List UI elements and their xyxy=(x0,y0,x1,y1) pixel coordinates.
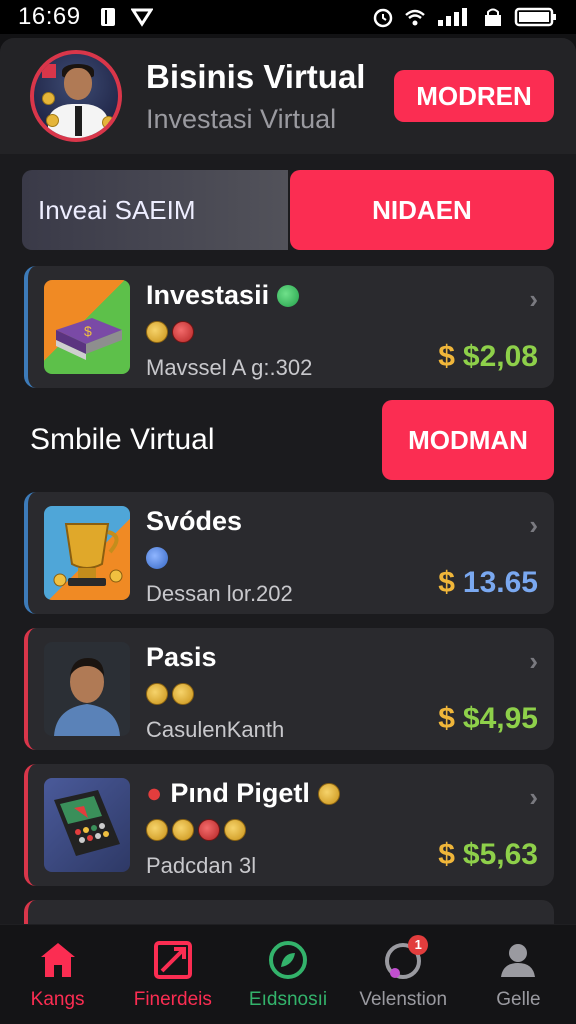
card-price: $ $5,63 xyxy=(438,838,538,871)
coin-icon xyxy=(102,116,115,129)
nav-item-home[interactable]: Kangs xyxy=(0,925,115,1024)
books-icon: $ xyxy=(56,318,122,360)
nav-label: Velenstion xyxy=(359,988,448,1010)
coin-icon xyxy=(42,92,55,105)
coin-icon xyxy=(172,683,194,705)
calculator-thumbnail xyxy=(44,778,130,872)
chevron-right-icon: › xyxy=(529,646,538,676)
card-badges xyxy=(146,683,438,707)
status-right-icons xyxy=(372,6,558,28)
coin-icon xyxy=(46,114,59,127)
card-title: Pasis xyxy=(146,642,217,672)
nav-item-profile[interactable]: Gelle xyxy=(461,925,576,1024)
nav-label: Eıdsnosıi xyxy=(248,988,328,1010)
app-screen: Bisinis Virtual Investasi Virtual MODREN… xyxy=(0,38,576,1024)
coin-icon xyxy=(317,782,340,805)
app-subtitle: Investasi Virtual xyxy=(146,103,337,134)
card-subtitle: CasulenKanth xyxy=(146,717,285,742)
card-title: Svódes xyxy=(146,506,243,536)
chart-icon xyxy=(153,940,192,979)
card-price: $13.65 xyxy=(438,566,538,599)
alarm-icon xyxy=(373,8,393,28)
nav-label: Gelle xyxy=(496,988,541,1010)
segment-left-tab[interactable]: Inveai SAEIM xyxy=(22,170,288,250)
list-item[interactable]: ● Pınd Pigetl Padcdan 3l › $ $5,63 xyxy=(24,764,554,886)
nav-item-notifications[interactable]: 1 Velenstion xyxy=(346,925,461,1024)
download-icon xyxy=(130,8,153,27)
card-badges xyxy=(146,819,438,843)
coin-stack-icon xyxy=(146,683,168,705)
avatar-badge xyxy=(42,64,56,78)
investment-card[interactable]: $ Investasii Mavssel A g:.302 › $ $2,08 xyxy=(24,266,554,388)
chevron-right-icon: › xyxy=(529,284,538,314)
coin-icon xyxy=(146,819,168,841)
card-badges xyxy=(146,321,438,345)
pin-icon xyxy=(146,547,168,569)
card-title: Investasii xyxy=(146,280,270,310)
section-title: Smbile Virtual xyxy=(30,423,215,456)
growth-icon xyxy=(269,940,307,979)
coin-icon xyxy=(146,321,168,343)
nav-label: Finerdeis xyxy=(133,988,212,1010)
coin-icon xyxy=(198,819,220,841)
card-price: $ $4,95 xyxy=(438,702,538,735)
avatar[interactable] xyxy=(30,50,122,142)
header-text: Bisinis Virtual Investasi Virtual xyxy=(146,58,394,135)
book-thumbnail: $ xyxy=(44,280,130,374)
chevron-right-icon: › xyxy=(529,782,538,812)
header-modren-button[interactable]: MODREN xyxy=(394,70,554,122)
person-icon xyxy=(54,658,120,736)
status-time: 16:69 xyxy=(18,3,81,30)
status-left-icons xyxy=(97,6,153,28)
trophy-thumbnail xyxy=(44,506,130,600)
sim-card-icon xyxy=(100,8,115,26)
card-subtitle: Mavssel A g:.302 xyxy=(146,355,313,380)
chevron-right-icon: › xyxy=(529,510,538,540)
nav-item-finance[interactable]: Finerdeis xyxy=(115,925,230,1024)
card-price: $ $2,08 xyxy=(438,340,538,373)
home-icon xyxy=(40,942,75,977)
battery-icon xyxy=(514,7,556,27)
dollar-badge-icon xyxy=(277,284,300,307)
coin-icon xyxy=(172,819,194,841)
notification-badge: 1 xyxy=(408,934,429,955)
signal-icon xyxy=(438,8,467,26)
person-thumbnail xyxy=(44,642,130,736)
card-subtitle: Padcdan 3l xyxy=(146,853,257,878)
card-badges xyxy=(146,547,438,571)
list-item[interactable]: Pasis CasulenKanth › $ $4,95 xyxy=(24,628,554,750)
segment-control: Inveai SAEIM NIDAEN xyxy=(22,170,554,250)
trophy-icon xyxy=(53,523,123,587)
coin-icon xyxy=(224,819,246,841)
segment-right-tab[interactable]: NIDAEN xyxy=(290,170,554,250)
card-title: Pınd Pigetl xyxy=(170,778,310,808)
calculator-icon xyxy=(54,790,120,856)
bottom-nav: Kangs Finerdeis Eıdsnosıi 1 Velenstion G… xyxy=(0,924,576,1024)
status-bar: 16:69 xyxy=(0,0,576,34)
nav-label: Kangs xyxy=(30,988,85,1010)
list-item[interactable]: Svódes Dessan lor.202 › $13.65 xyxy=(24,492,554,614)
nav-item-growth[interactable]: Eıdsnosıi xyxy=(230,925,345,1024)
coin-icon xyxy=(172,321,194,343)
app-title: Bisinis Virtual xyxy=(146,57,366,95)
section-header: Smbile Virtual MODMAN xyxy=(24,400,554,480)
wifi-icon xyxy=(405,9,425,26)
section-modman-button[interactable]: MODMAN xyxy=(382,400,554,480)
lock-icon xyxy=(485,8,501,26)
card-subtitle: Dessan lor.202 xyxy=(146,581,293,606)
app-header: Bisinis Virtual Investasi Virtual MODREN xyxy=(0,38,576,154)
profile-icon xyxy=(501,943,536,977)
svg-text:$: $ xyxy=(84,323,92,339)
apple-icon: ● xyxy=(146,778,163,808)
